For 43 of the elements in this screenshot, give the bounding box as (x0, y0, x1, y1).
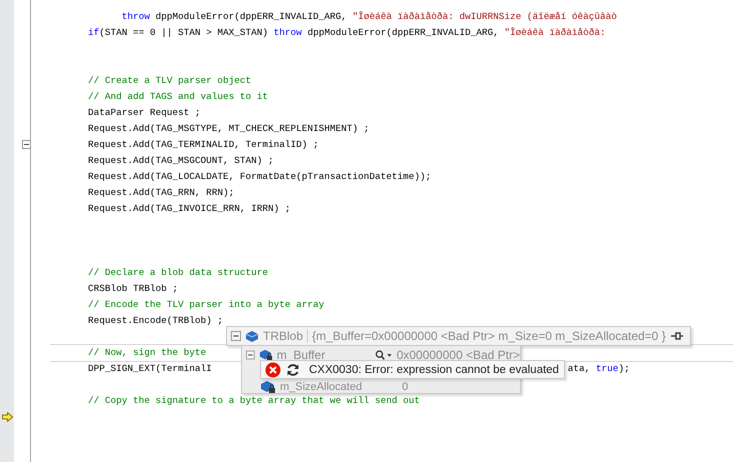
instruction-pointer-icon (2, 412, 12, 422)
code-text: Request.Add(TAG_RRN, RRN); (88, 187, 234, 198)
code-text: true (596, 363, 618, 374)
member-value[interactable]: 0 (402, 381, 408, 393)
variable-value[interactable]: {m_Buffer=0x00000000 <Bad Ptr> m_Size=0 m_SizeAllocated=0 } (312, 329, 666, 343)
code-text: Request.Add(TAG_LOCALDATE, FormatDate(pTransactionDatetime)); (88, 171, 432, 182)
code-text: CRSBlob TRBlob ; (88, 283, 178, 294)
code-text: Request.Add(TAG_TERMINALID, TerminalID) ; (88, 139, 319, 150)
code-text: // And add TAGS and values to it (88, 91, 268, 102)
cube-icon (245, 330, 259, 342)
code-text: "Îøèáêà ïàðàìåòðà: (504, 27, 606, 38)
code-text: // Now, sign the byte (88, 347, 206, 358)
variable-name: TRBlob (263, 329, 304, 343)
member-name: m_SizeAllocated (280, 381, 363, 393)
refresh-icon[interactable] (286, 362, 300, 376)
code-text: if (88, 27, 100, 38)
code-text: Request.Add(TAG_MSGCOUNT, STAN) ; (88, 155, 274, 166)
locked-cube-icon (260, 380, 276, 394)
code-text: Request.Add(TAG_INVOICE_RRN, IRRN) ; (88, 203, 291, 214)
code-text: Request.Add(TAG_MSGTYPE, MT_CHECK_REPLENISHMENT) ; (88, 123, 370, 134)
code-text: throw (120, 11, 150, 22)
locked-cube-icon (258, 348, 273, 362)
pin-icon[interactable] (670, 331, 684, 341)
code-text: dppModuleError(dppERR_INVALID_ARG, (154, 11, 348, 22)
code-text: throw (274, 27, 302, 38)
collapse-icon[interactable] (246, 350, 255, 360)
code-text: // Declare a blob data structure (88, 267, 268, 278)
code-text: ata, (568, 363, 592, 374)
code-text: // Create a TLV parser object (88, 75, 252, 86)
collapse-icon[interactable] (231, 331, 241, 341)
code-text: Request.Encode(TRBlob) ; (88, 315, 224, 326)
search-icon[interactable] (375, 349, 393, 361)
collapse-icon[interactable] (22, 140, 31, 149)
code-text: dppModuleError(dppERR_INVALID_ARG, (306, 27, 500, 38)
code-text: // Encode the TLV parser into a byte array (88, 299, 324, 310)
code-text: ); (618, 363, 630, 374)
code-text: DataParser Request ; (88, 107, 201, 118)
member-value[interactable]: 0x00000000 <Bad Ptr> (396, 348, 520, 362)
code-text: // Copy the signature to a byte array that we will send out (88, 395, 420, 406)
code-text: "Îøèáêà ïàðàìåòðà: dwIURRNSize (äîëæåí óêàçûâàò (352, 11, 617, 22)
code-text: (STAN == 0 || STAN > MAX_STAN) (99, 27, 270, 38)
error-message: CXX0030: Error: expression cannot be evaluated (309, 364, 559, 376)
code-text: DPP_SIGN_EXT(TerminalI (88, 363, 212, 374)
